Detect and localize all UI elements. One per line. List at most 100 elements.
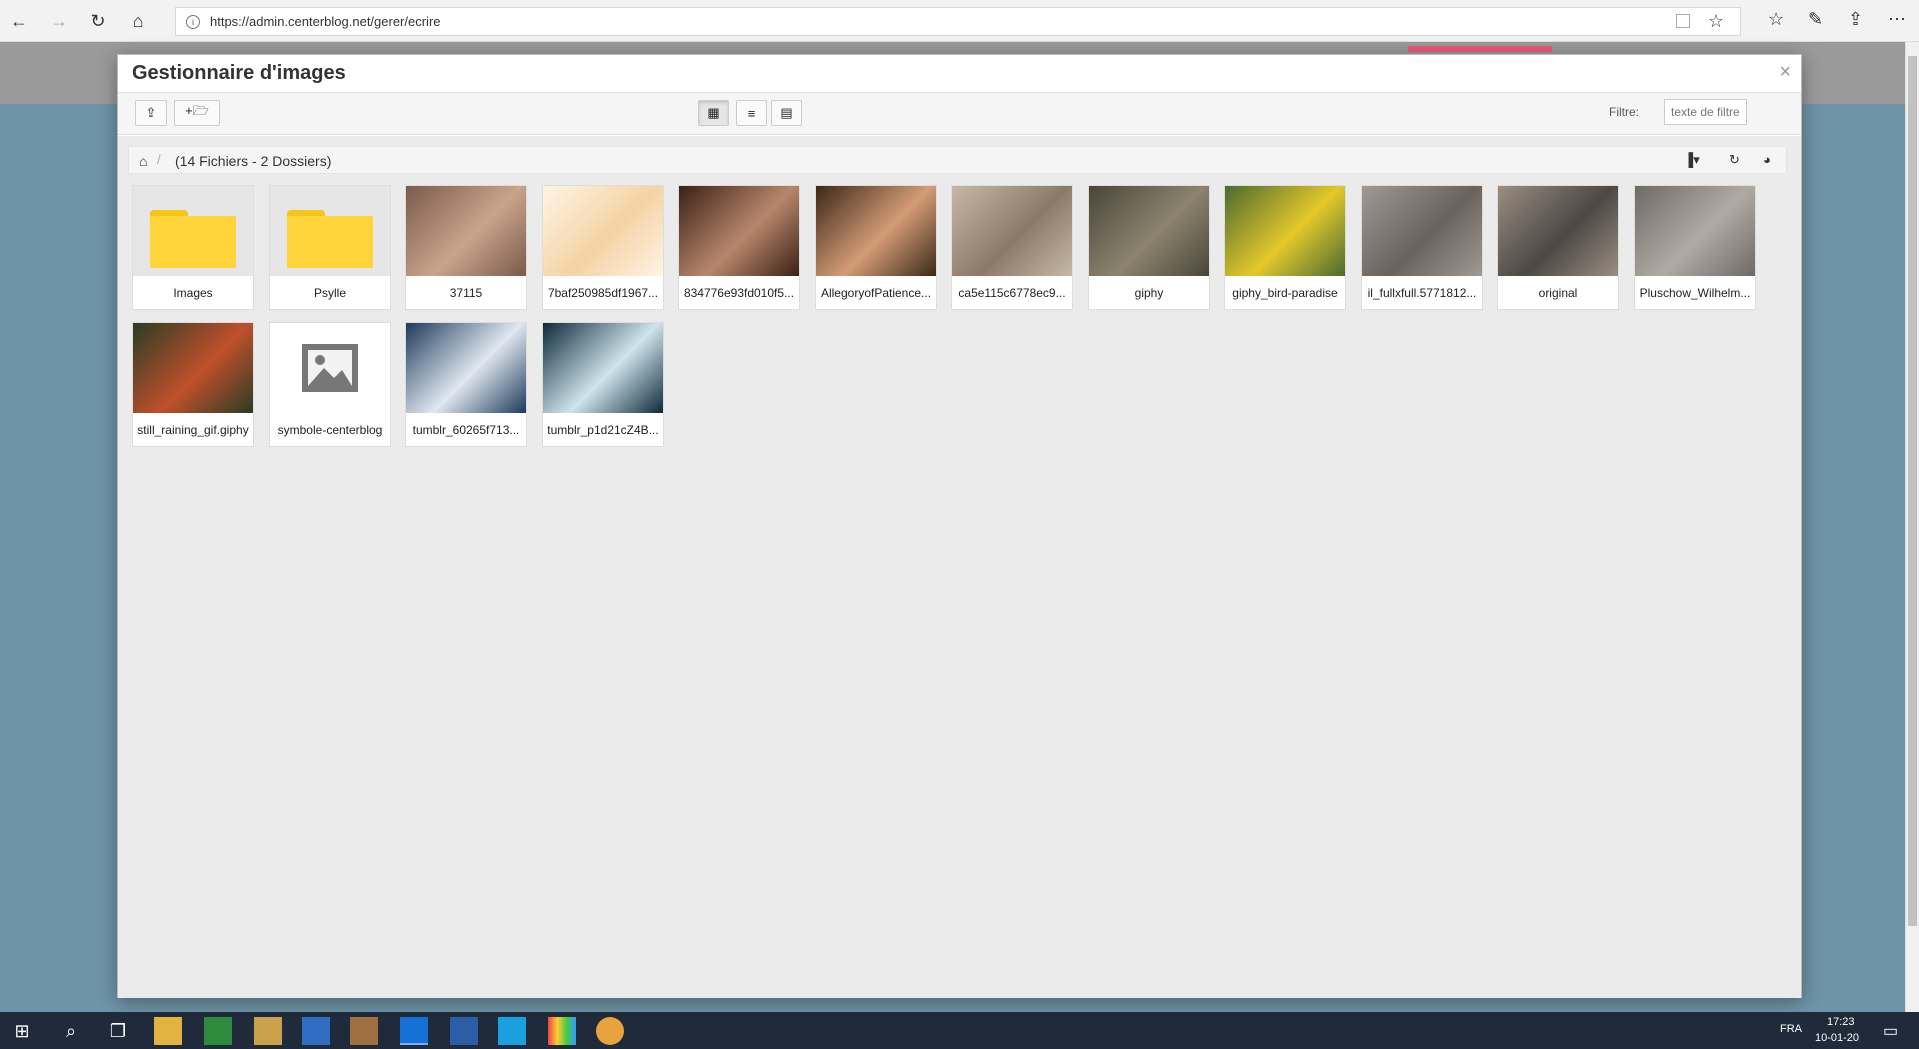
browser-toolbar: ← → ↻ ⌂ i https://admin.centerblog.net/g…	[0, 0, 1919, 42]
file-name-label: 37115	[449, 286, 483, 300]
address-bar[interactable]: i https://admin.centerblog.net/gerer/ecr…	[175, 7, 1741, 36]
file-name-label: tumblr_60265f713...	[412, 423, 520, 437]
file-name-label: ca5e115c6778ec9...	[958, 286, 1066, 300]
file-name-label: AllegoryofPatience...	[820, 286, 932, 300]
file-name-label: 7baf250985df1967...	[547, 286, 659, 300]
clock-date[interactable]: 10-01-20	[1815, 1032, 1859, 1044]
image-item[interactable]: 834776e93fd010f5...	[678, 185, 800, 310]
refresh-button[interactable]: ↻	[86, 9, 110, 33]
file-name-label: tumblr_p1d21cZ4B...	[547, 423, 659, 437]
upload-button[interactable]: ⇪	[135, 100, 167, 126]
folder-icon	[270, 186, 390, 276]
view-list-button[interactable]: ≡	[736, 100, 767, 126]
clock-time[interactable]: 17:23	[1827, 1016, 1855, 1028]
dialog-toolbar: ⇪ +🗁 ▦ ≡ ▤ Filtre:	[118, 93, 1801, 135]
skype-icon[interactable]	[498, 1017, 526, 1045]
breadcrumb-separator: /	[157, 152, 161, 167]
image-placeholder-icon	[270, 323, 390, 413]
image-item[interactable]: tumblr_p1d21cZ4B...	[542, 322, 664, 447]
image-item[interactable]: il_fullxfull.5771812...	[1361, 185, 1483, 310]
reading-view-icon[interactable]	[1676, 14, 1690, 28]
home-icon[interactable]: ⌂	[139, 153, 147, 169]
favorite-star-icon[interactable]: ☆	[1708, 11, 1724, 32]
filter-input[interactable]	[1664, 99, 1747, 125]
image-item[interactable]: AllegoryofPatience...	[815, 185, 937, 310]
chrome-icon[interactable]	[596, 1017, 624, 1045]
image-thumbnail	[816, 186, 936, 276]
page-scrollbar[interactable]	[1905, 42, 1919, 1012]
file-name-label: giphy_bird-paradise	[1232, 286, 1338, 300]
file-name-label: il_fullxfull.5771812...	[1367, 286, 1477, 300]
language-icon[interactable]: ◕	[1763, 152, 1771, 167]
hub-icon[interactable]: ☆	[1768, 9, 1784, 30]
upload-icon: ⇪	[145, 105, 157, 120]
image-thumbnail	[133, 323, 253, 413]
image-item[interactable]: Pluschow_Wilhelm...	[1634, 185, 1756, 310]
image-thumbnail	[952, 186, 1072, 276]
file-explorer-icon[interactable]	[154, 1017, 182, 1045]
file-name-label: 834776e93fd010f5...	[683, 286, 795, 300]
start-icon[interactable]: ⊞	[8, 1017, 36, 1045]
language-indicator[interactable]: FRA	[1780, 1023, 1802, 1035]
notification-icon[interactable]: ▭	[1883, 1021, 1898, 1041]
view-grid-button[interactable]: ▦	[698, 100, 729, 126]
windows-taskbar: ⊞ ⌕ ❐ FRA 17:23 10-01-20 ▭	[0, 1012, 1919, 1049]
more-icon[interactable]: ⋯	[1888, 9, 1906, 30]
sort-dropdown-icon[interactable]: ▐▾	[1684, 152, 1700, 168]
back-arrow-icon: ←	[10, 10, 28, 31]
view-detail-button[interactable]: ▤	[771, 100, 802, 126]
image-item[interactable]: 7baf250985df1967...	[542, 185, 664, 310]
filter-label: Filtre:	[1609, 105, 1639, 119]
page-accent-bar	[1408, 46, 1552, 52]
list-icon: ≡	[747, 105, 756, 121]
info-icon[interactable]: i	[186, 14, 200, 29]
app-green-icon[interactable]	[204, 1017, 232, 1045]
image-thumbnail	[1635, 186, 1755, 276]
forward-button[interactable]: →	[47, 9, 71, 33]
dialog-title: Gestionnaire d'images	[132, 62, 346, 84]
new-folder-icon: +🗁	[185, 103, 209, 118]
url-text[interactable]: https://admin.centerblog.net/gerer/ecrir…	[210, 14, 441, 29]
image-item[interactable]: giphy	[1088, 185, 1210, 310]
image-thumbnail	[543, 186, 663, 276]
image-item[interactable]: giphy_bird-paradise	[1224, 185, 1346, 310]
search-icon[interactable]: ⌕	[57, 1017, 85, 1045]
edge-browser-icon[interactable]	[400, 1017, 428, 1045]
share-icon[interactable]: ⇪	[1848, 9, 1863, 30]
image-item[interactable]: symbole-centerblog	[269, 322, 391, 447]
folder-item[interactable]: Psylle	[269, 185, 391, 310]
file-count-text: (14 Fichiers - 2 Dossiers)	[175, 153, 332, 169]
image-thumbnail	[1089, 186, 1209, 276]
home-icon: ⌂	[132, 10, 144, 31]
back-button[interactable]: ←	[7, 9, 31, 33]
folder-item[interactable]: Images	[132, 185, 254, 310]
image-manager-dialog: Gestionnaire d'images × ⇪ +🗁 ▦ ≡ ▤ Filtr…	[117, 54, 1802, 998]
notes-icon[interactable]: ✎	[1808, 9, 1823, 30]
new-folder-button[interactable]: +🗁	[174, 100, 220, 126]
close-icon[interactable]: ×	[1779, 61, 1791, 84]
image-thumbnail	[1498, 186, 1618, 276]
app-media-icon[interactable]	[350, 1017, 378, 1045]
app-color-icon[interactable]	[548, 1017, 576, 1045]
app-shield-icon[interactable]	[450, 1017, 478, 1045]
file-name-label: Psylle	[313, 286, 346, 300]
refresh-icon[interactable]: ↻	[1729, 152, 1740, 168]
task-view-icon[interactable]: ❐	[104, 1017, 132, 1045]
dialog-header: Gestionnaire d'images ×	[118, 55, 1801, 93]
forward-arrow-icon: →	[50, 10, 68, 31]
file-name-label: symbole-centerblog	[277, 423, 383, 437]
grid-icon: ▦	[707, 105, 720, 120]
file-name-label: Pluschow_Wilhelm...	[1639, 286, 1751, 300]
detail-list-icon: ▤	[780, 105, 793, 120]
image-item[interactable]: ca5e115c6778ec9...	[951, 185, 1073, 310]
image-item[interactable]: tumblr_60265f713...	[405, 322, 527, 447]
store-icon[interactable]	[302, 1017, 330, 1045]
home-button[interactable]: ⌂	[126, 9, 150, 33]
image-thumbnail	[543, 323, 663, 413]
image-thumbnail	[406, 323, 526, 413]
image-item[interactable]: 37115	[405, 185, 527, 310]
app-folder-icon[interactable]	[254, 1017, 282, 1045]
image-item[interactable]: still_raining_gif.giphy	[132, 322, 254, 447]
image-item[interactable]: original	[1497, 185, 1619, 310]
scrollbar-thumb[interactable]	[1908, 56, 1917, 926]
